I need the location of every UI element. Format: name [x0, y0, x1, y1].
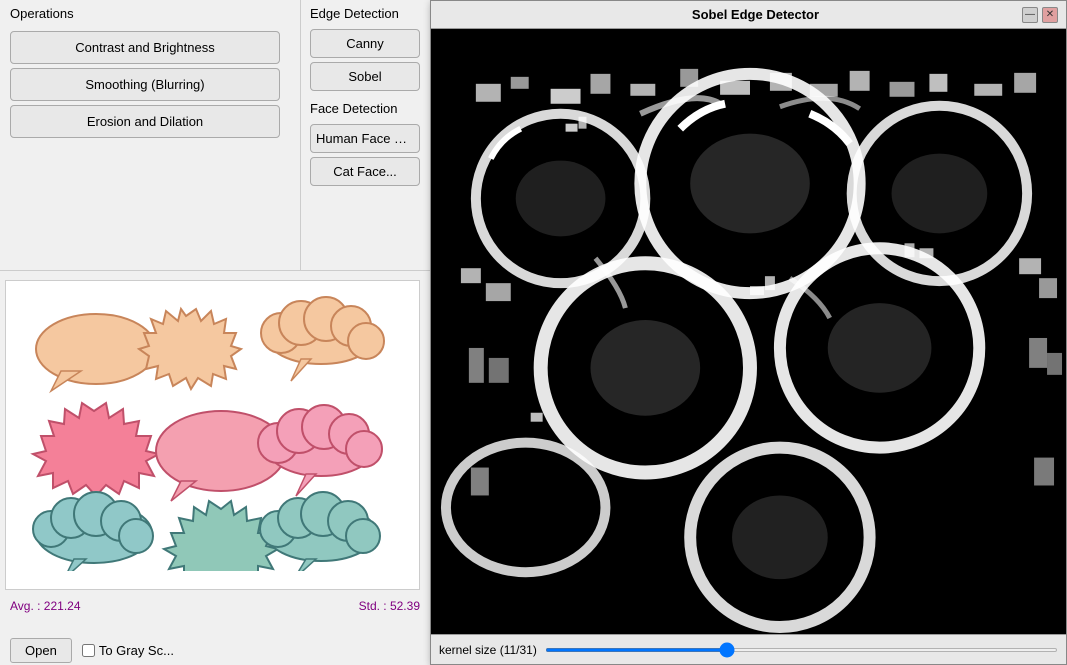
edge-detection-section: Edge Detection Canny Sobel Face Detectio…	[305, 0, 430, 190]
edge-detection-label: Edge Detection	[305, 0, 430, 25]
sobel-window: Sobel Edge Detector — ✕	[430, 0, 1067, 665]
sobel-bottom-bar: kernel size (11/31)	[431, 634, 1066, 664]
left-panel: Operations Contrast and Brightness Smoot…	[0, 0, 430, 665]
grayscale-checkbox-label[interactable]: To Gray Sc...	[82, 643, 174, 658]
kernel-size-slider[interactable]	[545, 648, 1058, 652]
open-button[interactable]: Open	[10, 638, 72, 663]
stats-row: Avg. : 221.24 Std. : 52.39	[0, 595, 430, 617]
sobel-button[interactable]: Sobel	[310, 62, 420, 91]
grayscale-label: To Gray Sc...	[99, 643, 174, 658]
minimize-button[interactable]: —	[1022, 7, 1038, 23]
sobel-titlebar: Sobel Edge Detector — ✕	[431, 1, 1066, 29]
sobel-content	[431, 29, 1066, 634]
grayscale-checkbox[interactable]	[82, 644, 95, 657]
face-detection-label: Face Detection	[305, 95, 430, 120]
contrast-brightness-button[interactable]: Contrast and Brightness	[10, 31, 280, 64]
canny-button[interactable]: Canny	[310, 29, 420, 58]
image-preview	[5, 280, 420, 590]
horizontal-divider	[0, 270, 430, 271]
close-button[interactable]: ✕	[1042, 7, 1058, 23]
vertical-divider	[300, 0, 301, 270]
human-face-button[interactable]: Human Face an...	[310, 124, 420, 153]
sobel-window-title: Sobel Edge Detector	[489, 7, 1022, 22]
smoothing-button[interactable]: Smoothing (Blurring)	[10, 68, 280, 101]
erosion-dilation-button[interactable]: Erosion and Dilation	[10, 105, 280, 138]
kernel-size-label: kernel size (11/31)	[439, 643, 537, 657]
avg-stat: Avg. : 221.24	[10, 599, 81, 613]
std-stat: Std. : 52.39	[359, 599, 420, 613]
titlebar-controls: — ✕	[1022, 7, 1058, 23]
bottom-bar: Open To Gray Sc...	[0, 635, 430, 665]
cat-face-button[interactable]: Cat Face...	[310, 157, 420, 186]
